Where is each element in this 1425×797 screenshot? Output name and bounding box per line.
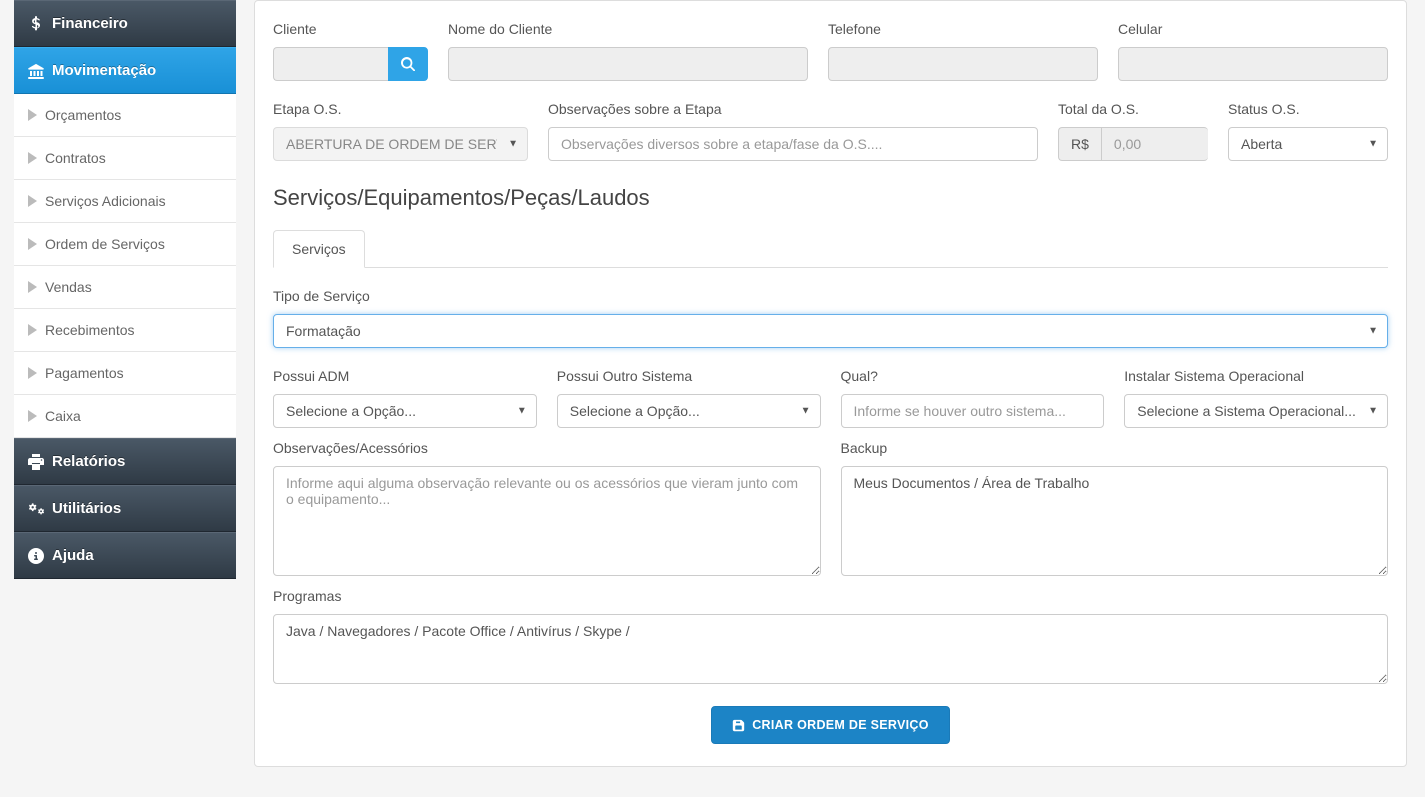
info-icon bbox=[28, 548, 44, 564]
sidebar-item-label: Vendas bbox=[45, 279, 92, 295]
sidebar-section-label: Relatórios bbox=[52, 453, 125, 470]
cliente-search-button[interactable] bbox=[388, 47, 428, 81]
total-prefix: R$ bbox=[1058, 127, 1101, 161]
total-label: Total da O.S. bbox=[1058, 101, 1208, 117]
sidebar-item-pagamentos[interactable]: Pagamentos bbox=[14, 352, 236, 395]
sidebar-item-servicos-adicionais[interactable]: Serviços Adicionais bbox=[14, 180, 236, 223]
programas-textarea[interactable]: Java / Navegadores / Pacote Office / Ant… bbox=[273, 614, 1388, 684]
main-content: Cliente Nome do Cliente Telefone bbox=[236, 0, 1425, 797]
sidebar-item-vendas[interactable]: Vendas bbox=[14, 266, 236, 309]
criar-os-button-label: CRIAR ORDEM DE SERVIÇO bbox=[752, 718, 929, 732]
instalar-so-select[interactable]: Selecione a Sistema Operacional... bbox=[1124, 394, 1388, 428]
backup-textarea[interactable]: Meus Documentos / Área de Trabalho bbox=[841, 466, 1389, 576]
sidebar-section-relatorios[interactable]: Relatórios bbox=[14, 438, 236, 485]
instalar-so-label: Instalar Sistema Operacional bbox=[1124, 368, 1388, 384]
possui-adm-label: Possui ADM bbox=[273, 368, 537, 384]
sidebar-item-label: Serviços Adicionais bbox=[45, 193, 166, 209]
celular-label: Celular bbox=[1118, 21, 1388, 37]
total-input[interactable] bbox=[1101, 127, 1208, 161]
etapa-label: Etapa O.S. bbox=[273, 101, 528, 117]
cliente-input[interactable] bbox=[273, 47, 388, 81]
criar-os-button[interactable]: CRIAR ORDEM DE SERVIÇO bbox=[711, 706, 950, 744]
telefone-label: Telefone bbox=[828, 21, 1098, 37]
triangle-icon bbox=[28, 410, 37, 422]
sidebar-section-movimentacao[interactable]: Movimentação bbox=[14, 47, 236, 94]
sidebar: Financeiro Movimentação Orçamentos Contr… bbox=[14, 0, 236, 797]
sidebar-section-label: Movimentação bbox=[52, 62, 156, 79]
triangle-icon bbox=[28, 281, 37, 293]
nome-cliente-label: Nome do Cliente bbox=[448, 21, 808, 37]
sidebar-item-label: Recebimentos bbox=[45, 322, 135, 338]
sidebar-section-utilitarios[interactable]: Utilitários bbox=[14, 485, 236, 532]
sidebar-item-recebimentos[interactable]: Recebimentos bbox=[14, 309, 236, 352]
sidebar-item-ordem-servicos[interactable]: Ordem de Serviços bbox=[14, 223, 236, 266]
possui-outro-label: Possui Outro Sistema bbox=[557, 368, 821, 384]
bank-icon bbox=[28, 63, 44, 79]
tab-servicos[interactable]: Serviços bbox=[273, 230, 365, 268]
triangle-icon bbox=[28, 152, 37, 164]
possui-adm-select[interactable]: Selecione a Opção... bbox=[273, 394, 537, 428]
printer-icon bbox=[28, 454, 44, 470]
section-title: Serviços/Equipamentos/Peças/Laudos bbox=[273, 185, 1388, 211]
obs-acessorios-textarea[interactable] bbox=[273, 466, 821, 576]
telefone-input[interactable] bbox=[828, 47, 1098, 81]
triangle-icon bbox=[28, 109, 37, 121]
tipo-servico-select[interactable]: Formatação bbox=[273, 314, 1388, 348]
triangle-icon bbox=[28, 238, 37, 250]
sidebar-section-ajuda[interactable]: Ajuda bbox=[14, 532, 236, 579]
search-icon bbox=[401, 57, 415, 71]
sidebar-item-label: Ordem de Serviços bbox=[45, 236, 165, 252]
sidebar-section-financeiro[interactable]: Financeiro bbox=[14, 0, 236, 47]
sidebar-item-label: Caixa bbox=[45, 408, 81, 424]
sidebar-item-caixa[interactable]: Caixa bbox=[14, 395, 236, 438]
status-select[interactable]: Aberta bbox=[1228, 127, 1388, 161]
sidebar-item-orcamentos[interactable]: Orçamentos bbox=[14, 94, 236, 137]
obs-acessorios-label: Observações/Acessórios bbox=[273, 440, 821, 456]
save-icon bbox=[732, 719, 745, 732]
sidebar-item-contratos[interactable]: Contratos bbox=[14, 137, 236, 180]
programas-label: Programas bbox=[273, 588, 1388, 604]
sidebar-item-label: Orçamentos bbox=[45, 107, 121, 123]
nome-cliente-input[interactable] bbox=[448, 47, 808, 81]
triangle-icon bbox=[28, 367, 37, 379]
obs-etapa-input[interactable] bbox=[548, 127, 1038, 161]
form-panel: Cliente Nome do Cliente Telefone bbox=[254, 0, 1407, 767]
qual-input[interactable] bbox=[841, 394, 1105, 428]
celular-input[interactable] bbox=[1118, 47, 1388, 81]
sidebar-item-label: Contratos bbox=[45, 150, 106, 166]
dollar-icon bbox=[28, 16, 44, 32]
sidebar-section-label: Ajuda bbox=[52, 547, 94, 564]
cliente-label: Cliente bbox=[273, 21, 428, 37]
sidebar-item-label: Pagamentos bbox=[45, 365, 124, 381]
tipo-servico-label: Tipo de Serviço bbox=[273, 288, 1388, 304]
sidebar-submenu-movimentacao: Orçamentos Contratos Serviços Adicionais… bbox=[14, 94, 236, 438]
obs-etapa-label: Observações sobre a Etapa bbox=[548, 101, 1038, 117]
triangle-icon bbox=[28, 195, 37, 207]
qual-label: Qual? bbox=[841, 368, 1105, 384]
status-label: Status O.S. bbox=[1228, 101, 1388, 117]
backup-label: Backup bbox=[841, 440, 1389, 456]
triangle-icon bbox=[28, 324, 37, 336]
sidebar-section-label: Utilitários bbox=[52, 500, 121, 517]
gears-icon bbox=[28, 501, 44, 517]
etapa-select[interactable]: ABERTURA DE ORDEM DE SERVIÇO bbox=[273, 127, 528, 161]
possui-outro-select[interactable]: Selecione a Opção... bbox=[557, 394, 821, 428]
tabs: Serviços bbox=[273, 229, 1388, 268]
sidebar-section-label: Financeiro bbox=[52, 15, 128, 32]
